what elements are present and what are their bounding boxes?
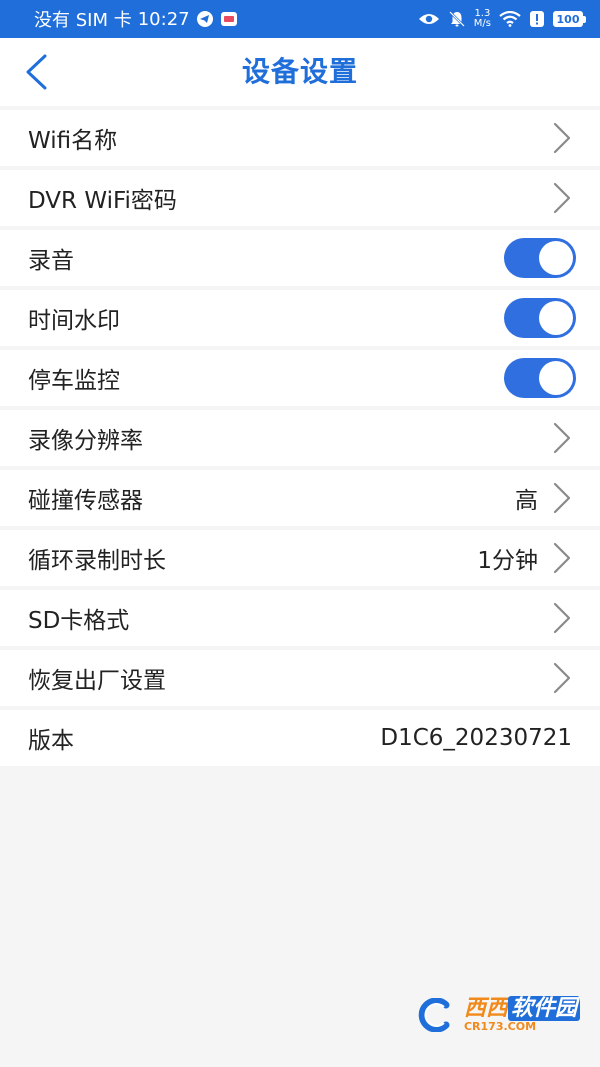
settings-row[interactable]: 停车监控 xyxy=(0,350,600,406)
watermark-logo: 西西 软件园 CR173.COM xyxy=(414,996,580,1033)
chevron-right-icon xyxy=(552,121,572,155)
settings-row-right xyxy=(552,601,572,635)
version-value: D1C6_20230721 xyxy=(380,725,572,751)
settings-row-label: SD卡格式 xyxy=(28,608,130,634)
page-title: 设备设置 xyxy=(241,55,358,88)
settings-row[interactable]: Wifi名称 xyxy=(0,110,600,166)
speed-unit: M/s xyxy=(473,18,491,29)
status-bar: 没有 SIM 卡 10:27 1.3 M/s 100 xyxy=(0,0,600,38)
settings-row-label: 循环录制时长 xyxy=(28,548,166,574)
toggle-knob xyxy=(539,301,573,335)
settings-row-label: 恢复出厂设置 xyxy=(28,668,166,694)
chevron-right-icon xyxy=(552,541,572,575)
header-bar: 设备设置 xyxy=(0,38,600,106)
settings-row-right: D1C6_20230721 xyxy=(380,725,572,751)
eye-icon xyxy=(418,12,440,26)
status-right: 1.3 M/s 100 xyxy=(418,9,586,29)
chevron-right-icon xyxy=(552,181,572,215)
app-icon-message xyxy=(220,10,238,28)
battery-level: 100 xyxy=(553,11,583,27)
settings-row[interactable]: 碰撞传感器 高 xyxy=(0,470,600,526)
bell-off-icon xyxy=(448,10,466,28)
watermark-brand-a: 西西 xyxy=(463,996,508,1021)
watermark-brand: 西西 软件园 xyxy=(463,996,580,1021)
settings-row-value: 高 xyxy=(515,488,538,514)
settings-row-right xyxy=(552,121,572,155)
settings-row[interactable]: 时间水印 xyxy=(0,290,600,346)
settings-row-label: 时间水印 xyxy=(28,308,120,334)
alert-icon xyxy=(529,10,545,28)
settings-row-right xyxy=(504,298,576,338)
watermark-brand-b: 软件园 xyxy=(507,996,580,1021)
settings-row[interactable]: DVR WiFi密码 xyxy=(0,170,600,226)
toggle-switch[interactable] xyxy=(504,238,576,278)
settings-row-label: Wifi名称 xyxy=(28,128,118,154)
network-speed: 1.3 M/s xyxy=(474,9,491,29)
carrier-text: 没有 SIM 卡 xyxy=(34,10,132,31)
watermark-text: 西西 软件园 CR173.COM xyxy=(463,996,580,1033)
chevron-left-icon xyxy=(26,54,47,90)
settings-row-right: 1分钟 xyxy=(477,541,572,575)
settings-row-label: 碰撞传感器 xyxy=(28,488,143,514)
settings-row: 版本 D1C6_20230721 xyxy=(0,710,600,766)
settings-row-label: 停车监控 xyxy=(28,368,120,394)
settings-row-right xyxy=(552,661,572,695)
settings-row-label: 录音 xyxy=(28,248,74,274)
watermark-domain: CR173.COM xyxy=(463,1020,537,1033)
toggle-knob xyxy=(539,361,573,395)
battery-icon: 100 xyxy=(553,11,586,27)
settings-row[interactable]: 循环录制时长 1分钟 xyxy=(0,530,600,586)
settings-row-label: 录像分辨率 xyxy=(28,428,143,454)
settings-row[interactable]: 录像分辨率 xyxy=(0,410,600,466)
settings-row-label: 版本 xyxy=(28,728,74,754)
toggle-switch[interactable] xyxy=(504,358,576,398)
settings-row-right xyxy=(504,358,576,398)
settings-row-right xyxy=(552,181,572,215)
app-icon-telegram xyxy=(196,10,214,28)
toggle-switch[interactable] xyxy=(504,298,576,338)
toggle-knob xyxy=(539,241,573,275)
battery-tip xyxy=(583,15,586,23)
settings-row-right xyxy=(504,238,576,278)
back-button[interactable] xyxy=(16,52,56,92)
chevron-right-icon xyxy=(552,661,572,695)
watermark-c-icon xyxy=(414,998,460,1032)
settings-row[interactable]: SD卡格式 xyxy=(0,590,600,646)
settings-row-label: DVR WiFi密码 xyxy=(28,188,177,214)
wifi-icon xyxy=(499,11,521,27)
chevron-right-icon xyxy=(552,601,572,635)
settings-row[interactable]: 恢复出厂设置 xyxy=(0,650,600,706)
chevron-right-icon xyxy=(552,421,572,455)
chevron-right-icon xyxy=(552,481,572,515)
settings-row-right xyxy=(552,421,572,455)
clock-text: 10:27 xyxy=(137,8,190,30)
settings-row-right: 高 xyxy=(515,481,572,515)
settings-row-value: 1分钟 xyxy=(477,548,538,574)
settings-row[interactable]: 录音 xyxy=(0,230,600,286)
status-left: 没有 SIM 卡 10:27 xyxy=(34,6,238,32)
